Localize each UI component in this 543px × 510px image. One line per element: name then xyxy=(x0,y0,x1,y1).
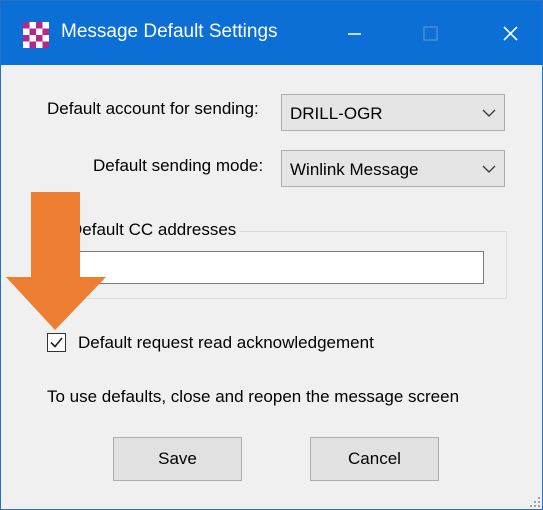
chevron-down-icon xyxy=(482,165,496,173)
window-title: Message Default Settings xyxy=(61,21,278,42)
chevron-down-icon xyxy=(482,109,496,117)
account-label: Default account for sending: xyxy=(47,99,259,118)
minimize-icon xyxy=(348,33,361,35)
title-bar[interactable]: Message Default Settings xyxy=(1,1,542,65)
account-dropdown[interactable]: DRILL-OGR xyxy=(281,94,505,131)
cc-addresses-input[interactable] xyxy=(67,251,484,284)
close-button[interactable] xyxy=(470,1,542,65)
mode-value: Winlink Message xyxy=(290,160,419,179)
account-value: DRILL-OGR xyxy=(290,104,383,123)
hint-text: To use defaults, close and reopen the me… xyxy=(47,387,460,406)
maximize-icon xyxy=(423,26,438,41)
resize-grip-icon[interactable] xyxy=(528,495,542,509)
checkmark-icon xyxy=(50,337,63,348)
down-arrow-annotation xyxy=(6,192,106,330)
cancel-button[interactable]: Cancel xyxy=(310,437,439,481)
close-icon xyxy=(503,26,518,41)
read-ack-label[interactable]: Default request read acknowledgement xyxy=(78,333,374,353)
mode-dropdown[interactable]: Winlink Message xyxy=(281,150,505,187)
save-button[interactable]: Save xyxy=(113,437,242,481)
minimize-button[interactable] xyxy=(318,1,390,65)
checkered-app-icon xyxy=(23,22,49,48)
mode-label: Default sending mode: xyxy=(93,156,264,175)
maximize-button xyxy=(394,1,466,65)
